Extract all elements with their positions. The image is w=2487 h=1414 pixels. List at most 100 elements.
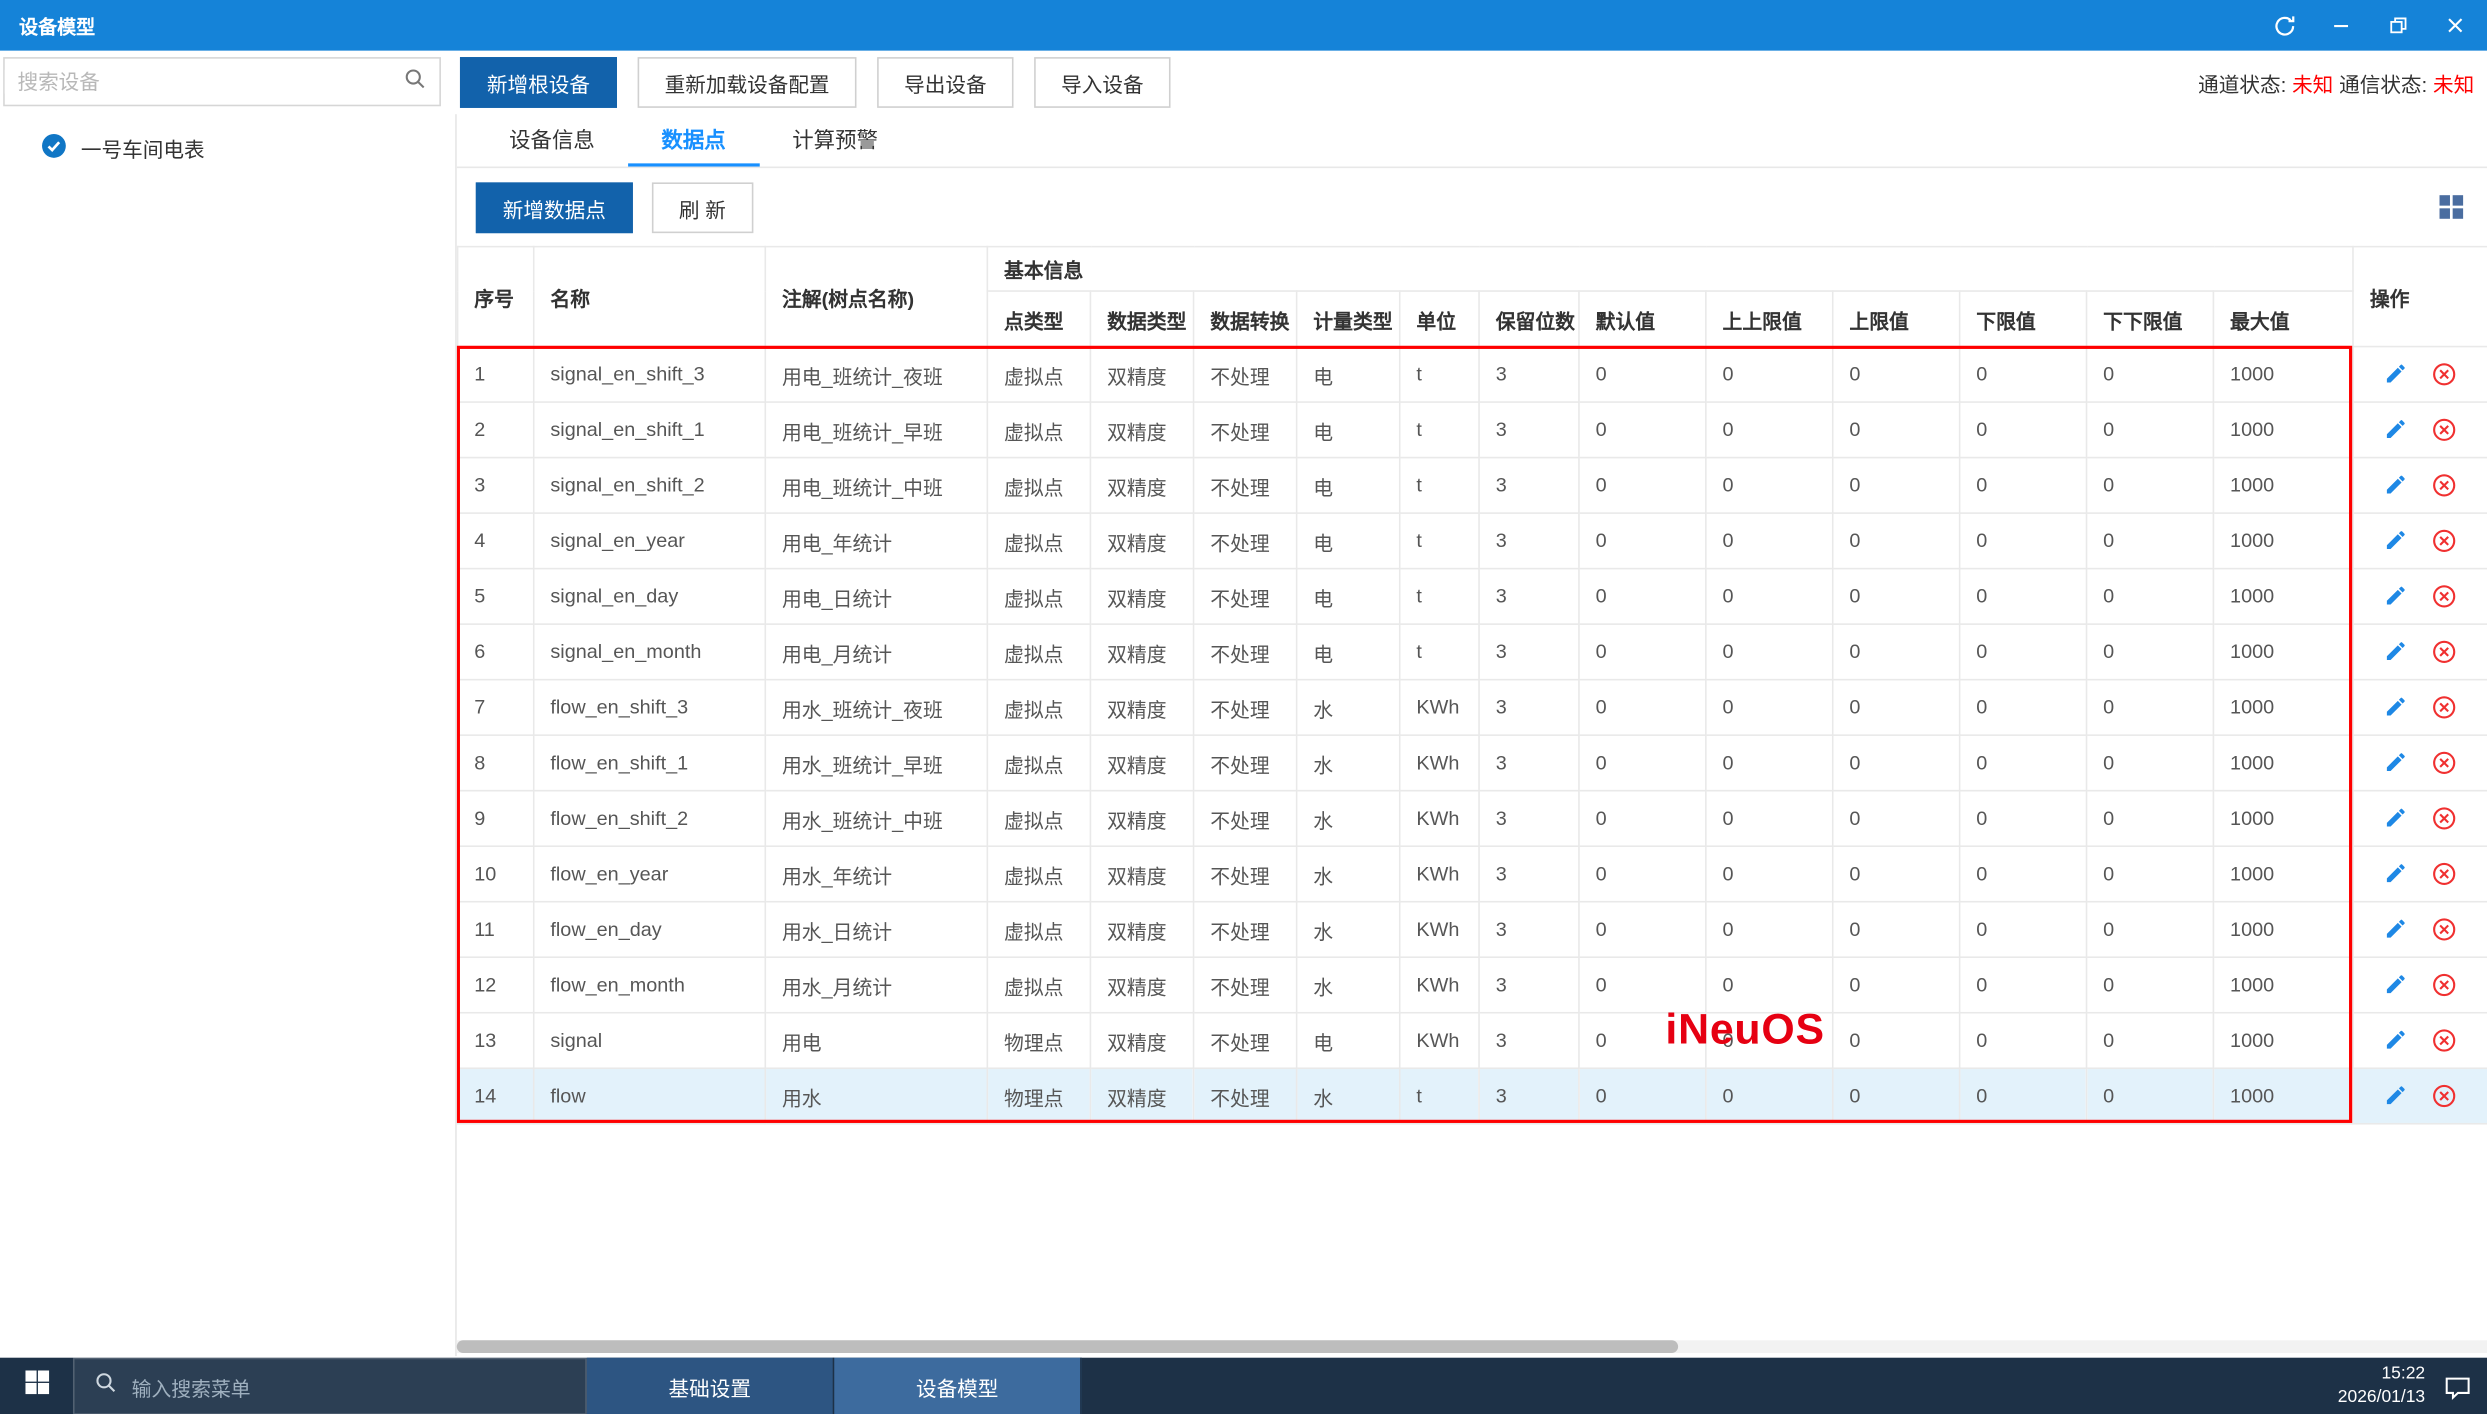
- delete-icon[interactable]: [2431, 860, 2458, 887]
- delete-icon[interactable]: [2431, 527, 2458, 554]
- cell-upper-upper-limit: 0: [1706, 902, 1833, 958]
- horizontal-scrollbar-thumb[interactable]: [457, 1340, 1678, 1353]
- table-row[interactable]: 11 flow_en_day 用水_日统计 虚拟点 双精度 不处理 水 KWh …: [458, 902, 2487, 958]
- delete-icon[interactable]: [2431, 472, 2458, 499]
- cell-max-value: 1000: [2213, 347, 2353, 403]
- table-row[interactable]: 13 signal 用电 物理点 双精度 不处理 电 KWh 3 0 0 0 0…: [458, 1013, 2487, 1069]
- cell-upper-upper-limit: 0: [1706, 569, 1833, 625]
- edit-icon[interactable]: [2383, 749, 2410, 776]
- delete-icon[interactable]: [2431, 416, 2458, 443]
- cell-point-type: 虚拟点: [987, 347, 1090, 403]
- edit-icon[interactable]: [2383, 638, 2410, 665]
- cell-lower-limit: 0: [1960, 458, 2087, 514]
- delete-icon[interactable]: [2431, 1027, 2458, 1054]
- table-row[interactable]: 8 flow_en_shift_1 用水_班统计_早班 虚拟点 双精度 不处理 …: [458, 735, 2487, 791]
- device-search-input[interactable]: [5, 70, 403, 94]
- cell-lower-limit: 0: [1960, 846, 2087, 902]
- tree-item-device[interactable]: 一号车间电表: [0, 114, 455, 163]
- table-row[interactable]: 10 flow_en_year 用水_年统计 虚拟点 双精度 不处理 水 KWh…: [458, 846, 2487, 902]
- cell-lower-lower-limit: 0: [2087, 735, 2214, 791]
- table-row[interactable]: 3 signal_en_shift_2 用电_班统计_中班 虚拟点 双精度 不处…: [458, 458, 2487, 514]
- edit-icon[interactable]: [2383, 694, 2410, 721]
- edit-icon[interactable]: [2383, 416, 2410, 443]
- cell-lower-limit: 0: [1960, 347, 2087, 403]
- export-device-button[interactable]: 导出设备: [877, 57, 1013, 108]
- table-row[interactable]: 12 flow_en_month 用水_月统计 虚拟点 双精度 不处理 水 KW…: [458, 957, 2487, 1013]
- delete-icon[interactable]: [2431, 805, 2458, 832]
- toolbar: 新增根设备 重新加载设备配置 导出设备 导入设备 通道状态: 未知 通信状态: …: [0, 51, 2487, 114]
- edit-icon[interactable]: [2383, 472, 2410, 499]
- delete-icon[interactable]: [2431, 971, 2458, 998]
- tab-data-points[interactable]: 数据点: [628, 114, 759, 166]
- table-row[interactable]: 7 flow_en_shift_3 用水_班统计_夜班 虚拟点 双精度 不处理 …: [458, 680, 2487, 736]
- tab-calc-alerts[interactable]: 计算预警: [759, 114, 911, 166]
- delete-icon[interactable]: [2431, 583, 2458, 610]
- edit-icon[interactable]: [2383, 583, 2410, 610]
- col-lower-limit: 下限值: [1960, 291, 2087, 347]
- edit-icon[interactable]: [2383, 971, 2410, 998]
- delete-icon[interactable]: [2431, 916, 2458, 943]
- tab-device-info[interactable]: 设备信息: [476, 114, 628, 166]
- layout-grid-icon[interactable]: [2438, 194, 2465, 229]
- cell-lower-lower-limit: 0: [2087, 347, 2214, 403]
- cell-lower-limit: 0: [1960, 402, 2087, 458]
- cell-name: flow_en_shift_2: [534, 791, 766, 847]
- table-row[interactable]: 2 signal_en_shift_1 用电_班统计_早班 虚拟点 双精度 不处…: [458, 402, 2487, 458]
- table-row[interactable]: 5 signal_en_day 用电_日统计 虚拟点 双精度 不处理 电 t 3…: [458, 569, 2487, 625]
- cell-unit: t: [1400, 624, 1479, 680]
- add-data-point-button[interactable]: 新增数据点: [476, 182, 633, 233]
- notification-icon[interactable]: [2444, 1373, 2471, 1400]
- table-row[interactable]: 9 flow_en_shift_2 用水_班统计_中班 虚拟点 双精度 不处理 …: [458, 791, 2487, 847]
- table-row[interactable]: 1 signal_en_shift_3 用电_班统计_夜班 虚拟点 双精度 不处…: [458, 347, 2487, 403]
- minimize-icon[interactable]: [2328, 13, 2353, 38]
- edit-icon[interactable]: [2383, 1027, 2410, 1054]
- cell-serial: 12: [458, 957, 534, 1013]
- restore-icon[interactable]: [2385, 13, 2410, 38]
- titlebar: 设备模型: [0, 0, 2487, 51]
- table-row[interactable]: 4 signal_en_year 用电_年统计 虚拟点 双精度 不处理 电 t …: [458, 513, 2487, 569]
- delete-icon[interactable]: [2431, 638, 2458, 665]
- edit-icon[interactable]: [2383, 527, 2410, 554]
- cell-point-type: 虚拟点: [987, 513, 1090, 569]
- reload-device-config-button[interactable]: 重新加载设备配置: [638, 57, 857, 108]
- data-points-table-area: 序号 名称 注解(树点名称) 基本信息 操作 点类型 数据类型 数据转换 计量类…: [457, 246, 2487, 1125]
- close-icon[interactable]: [2443, 13, 2468, 38]
- start-button[interactable]: [0, 1358, 73, 1414]
- delete-icon[interactable]: [2431, 361, 2458, 388]
- cell-lower-limit: 0: [1960, 569, 2087, 625]
- data-points-table: 序号 名称 注解(树点名称) 基本信息 操作 点类型 数据类型 数据转换 计量类…: [457, 246, 2487, 1125]
- cell-point-type: 虚拟点: [987, 791, 1090, 847]
- taskbar-app-basic-settings[interactable]: 基础设置: [587, 1358, 834, 1414]
- edit-icon[interactable]: [2383, 1083, 2410, 1110]
- import-device-button[interactable]: 导入设备: [1034, 57, 1170, 108]
- cell-unit: KWh: [1400, 957, 1479, 1013]
- edit-icon[interactable]: [2383, 361, 2410, 388]
- channel-status-value: 未知: [2292, 73, 2333, 97]
- cell-data-transform: 不处理: [1194, 624, 1297, 680]
- delete-icon[interactable]: [2431, 749, 2458, 776]
- device-search-box: [3, 57, 441, 106]
- add-root-device-button[interactable]: 新增根设备: [460, 57, 617, 108]
- cell-name: signal_en_month: [534, 624, 766, 680]
- edit-icon[interactable]: [2383, 916, 2410, 943]
- table-row[interactable]: 14 flow 用水 物理点 双精度 不处理 水 t 3 0 0 0 0 0 1…: [458, 1068, 2487, 1124]
- cell-max-value: 1000: [2213, 680, 2353, 736]
- taskbar-app-device-model[interactable]: 设备模型: [834, 1358, 1081, 1414]
- cell-point-type: 物理点: [987, 1013, 1090, 1069]
- cell-upper-limit: 0: [1833, 957, 1960, 1013]
- comm-status-value: 未知: [2433, 73, 2474, 97]
- refresh-icon[interactable]: [2271, 13, 2296, 38]
- delete-icon[interactable]: [2431, 1083, 2458, 1110]
- edit-icon[interactable]: [2383, 860, 2410, 887]
- table-row[interactable]: 6 signal_en_month 用电_月统计 虚拟点 双精度 不处理 电 t…: [458, 624, 2487, 680]
- search-icon[interactable]: [403, 66, 427, 98]
- refresh-button[interactable]: 刷 新: [652, 182, 753, 233]
- cell-lower-limit: 0: [1960, 680, 2087, 736]
- taskbar-search-box[interactable]: 输入搜索菜单: [73, 1358, 587, 1414]
- taskbar-clock[interactable]: 15:22 2026/01/13: [2338, 1363, 2425, 1410]
- cell-upper-limit: 0: [1833, 791, 1960, 847]
- cell-measure-type: 电: [1297, 569, 1400, 625]
- cell-upper-upper-limit: 0: [1706, 1013, 1833, 1069]
- delete-icon[interactable]: [2431, 694, 2458, 721]
- edit-icon[interactable]: [2383, 805, 2410, 832]
